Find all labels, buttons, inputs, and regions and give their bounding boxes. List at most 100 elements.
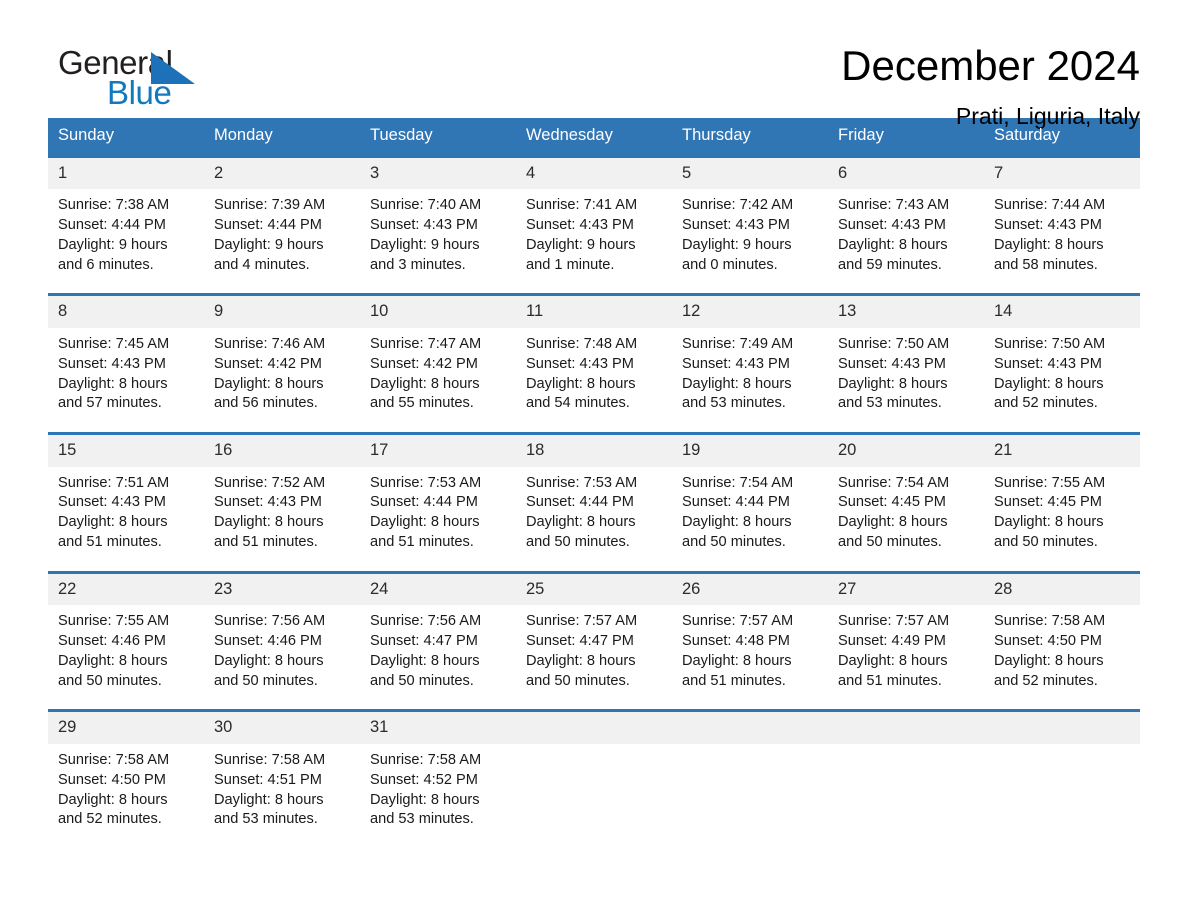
sunrise-text: Sunrise: 7:42 AM xyxy=(682,197,794,214)
day-cell: Sunrise: 7:54 AM Sunset: 4:45 PM Dayligh… xyxy=(828,467,984,571)
daylight-text-line1: Daylight: 8 hours xyxy=(994,514,1104,531)
day-number: 23 xyxy=(204,573,360,606)
sunrise-text: Sunrise: 7:46 AM xyxy=(214,336,326,353)
day-cell: Sunrise: 7:55 AM Sunset: 4:46 PM Dayligh… xyxy=(48,605,204,709)
day-cell: Sunrise: 7:46 AM Sunset: 4:42 PM Dayligh… xyxy=(204,328,360,432)
daylight-text-line2: and 53 minutes. xyxy=(682,395,786,412)
sunrise-text: Sunrise: 7:54 AM xyxy=(682,474,794,491)
sunrise-text: Sunrise: 7:52 AM xyxy=(214,474,326,491)
weekday-header-saturday: Saturday xyxy=(994,126,1061,144)
weekday-header-wednesday: Wednesday xyxy=(526,126,613,144)
sunset-text: Sunset: 4:44 PM xyxy=(58,217,166,234)
day-cell-empty xyxy=(672,744,828,848)
title-block: December 2024 Prati, Liguria, Italy xyxy=(841,43,1140,130)
day-number: 15 xyxy=(48,435,204,467)
daylight-text-line2: and 50 minutes. xyxy=(682,534,786,551)
day-cell: Sunrise: 7:45 AM Sunset: 4:43 PM Dayligh… xyxy=(48,328,204,432)
sunset-text: Sunset: 4:43 PM xyxy=(58,494,166,511)
weekday-header-row: Sunday Monday Tuesday Wednesday Thursday… xyxy=(48,118,1140,155)
sunrise-text: Sunrise: 7:55 AM xyxy=(58,613,170,630)
daylight-text-line1: Daylight: 8 hours xyxy=(682,514,792,531)
day-cell-empty xyxy=(828,744,984,848)
sunset-text: Sunset: 4:48 PM xyxy=(682,633,790,650)
sunrise-text: Sunrise: 7:45 AM xyxy=(58,336,170,353)
day-number-empty xyxy=(828,712,984,744)
sunset-text: Sunset: 4:43 PM xyxy=(838,355,946,372)
sunrise-text: Sunrise: 7:49 AM xyxy=(682,336,794,353)
daylight-text-line1: Daylight: 8 hours xyxy=(526,514,636,531)
sunrise-text: Sunrise: 7:55 AM xyxy=(994,474,1106,491)
sunset-text: Sunset: 4:47 PM xyxy=(526,633,634,650)
day-cell: Sunrise: 7:57 AM Sunset: 4:48 PM Dayligh… xyxy=(672,605,828,709)
daylight-text-line1: Daylight: 8 hours xyxy=(838,375,948,392)
daylight-text-line2: and 53 minutes. xyxy=(370,811,474,828)
day-number: 24 xyxy=(360,573,516,606)
day-number: 9 xyxy=(204,296,360,329)
sunrise-text: Sunrise: 7:50 AM xyxy=(838,336,950,353)
day-cell: Sunrise: 7:54 AM Sunset: 4:44 PM Dayligh… xyxy=(672,467,828,571)
daylight-text-line1: Daylight: 8 hours xyxy=(838,652,948,669)
day-cell: Sunrise: 7:53 AM Sunset: 4:44 PM Dayligh… xyxy=(360,467,516,571)
day-cell: Sunrise: 7:43 AM Sunset: 4:43 PM Dayligh… xyxy=(828,189,984,293)
week-info-row: Sunrise: 7:38 AM Sunset: 4:44 PM Dayligh… xyxy=(48,189,1140,294)
sunset-text: Sunset: 4:44 PM xyxy=(214,217,322,234)
daylight-text-line1: Daylight: 8 hours xyxy=(994,375,1104,392)
day-number: 17 xyxy=(360,435,516,467)
week-row: 29 30 31 xyxy=(48,709,1140,744)
daylight-text-line1: Daylight: 8 hours xyxy=(994,652,1104,669)
daylight-text-line2: and 1 minute. xyxy=(526,256,615,273)
day-cell: Sunrise: 7:58 AM Sunset: 4:52 PM Dayligh… xyxy=(360,744,516,848)
sunrise-text: Sunrise: 7:58 AM xyxy=(994,613,1106,630)
sunset-text: Sunset: 4:49 PM xyxy=(838,633,946,650)
day-cell: Sunrise: 7:56 AM Sunset: 4:47 PM Dayligh… xyxy=(360,605,516,709)
daylight-text-line2: and 56 minutes. xyxy=(214,395,318,412)
day-number-empty xyxy=(984,712,1140,744)
day-number: 11 xyxy=(516,296,672,329)
sunrise-text: Sunrise: 7:56 AM xyxy=(370,613,482,630)
day-cell: Sunrise: 7:50 AM Sunset: 4:43 PM Dayligh… xyxy=(984,328,1140,432)
sunset-text: Sunset: 4:43 PM xyxy=(994,355,1102,372)
day-cell: Sunrise: 7:47 AM Sunset: 4:42 PM Dayligh… xyxy=(360,328,516,432)
general-blue-logo: General Blue xyxy=(48,44,258,116)
daylight-text-line2: and 50 minutes. xyxy=(58,672,162,689)
day-cell: Sunrise: 7:42 AM Sunset: 4:43 PM Dayligh… xyxy=(672,189,828,293)
daylight-text-line1: Daylight: 9 hours xyxy=(58,237,168,254)
weekday-header-thursday: Thursday xyxy=(682,126,751,144)
daylight-text-line2: and 59 minutes. xyxy=(838,256,942,273)
day-cell-empty xyxy=(516,744,672,848)
sunrise-text: Sunrise: 7:39 AM xyxy=(214,197,326,214)
weekday-header-tuesday: Tuesday xyxy=(370,126,433,144)
daylight-text-line2: and 52 minutes. xyxy=(994,395,1098,412)
sunrise-text: Sunrise: 7:57 AM xyxy=(838,613,950,630)
sunrise-text: Sunrise: 7:41 AM xyxy=(526,197,638,214)
week-info-row: Sunrise: 7:55 AM Sunset: 4:46 PM Dayligh… xyxy=(48,605,1140,710)
day-cell: Sunrise: 7:44 AM Sunset: 4:43 PM Dayligh… xyxy=(984,189,1140,293)
week-info-row: Sunrise: 7:45 AM Sunset: 4:43 PM Dayligh… xyxy=(48,328,1140,433)
daylight-text-line2: and 50 minutes. xyxy=(838,534,942,551)
sunset-text: Sunset: 4:44 PM xyxy=(682,494,790,511)
daylight-text-line2: and 51 minutes. xyxy=(214,534,318,551)
day-number-empty xyxy=(672,712,828,744)
sunset-text: Sunset: 4:45 PM xyxy=(838,494,946,511)
daylight-text-line2: and 58 minutes. xyxy=(994,256,1098,273)
week-info-row: Sunrise: 7:51 AM Sunset: 4:43 PM Dayligh… xyxy=(48,466,1140,571)
day-number: 16 xyxy=(204,435,360,467)
day-number: 20 xyxy=(828,435,984,467)
daylight-text-line1: Daylight: 8 hours xyxy=(58,514,168,531)
day-number: 18 xyxy=(516,435,672,467)
daylight-text-line2: and 53 minutes. xyxy=(214,811,318,828)
daylight-text-line1: Daylight: 8 hours xyxy=(214,652,324,669)
day-cell: Sunrise: 7:48 AM Sunset: 4:43 PM Dayligh… xyxy=(516,328,672,432)
daylight-text-line2: and 51 minutes. xyxy=(370,534,474,551)
daylight-text-line1: Daylight: 9 hours xyxy=(370,237,480,254)
sunset-text: Sunset: 4:43 PM xyxy=(682,217,790,234)
daylight-text-line2: and 51 minutes. xyxy=(682,672,786,689)
daylight-text-line2: and 3 minutes. xyxy=(370,256,466,273)
day-number: 5 xyxy=(672,157,828,190)
daylight-text-line2: and 51 minutes. xyxy=(838,672,942,689)
sunset-text: Sunset: 4:46 PM xyxy=(214,633,322,650)
daylight-text-line2: and 4 minutes. xyxy=(214,256,310,273)
day-cell: Sunrise: 7:58 AM Sunset: 4:50 PM Dayligh… xyxy=(984,605,1140,709)
day-number: 30 xyxy=(204,712,360,744)
sunset-text: Sunset: 4:43 PM xyxy=(370,217,478,234)
